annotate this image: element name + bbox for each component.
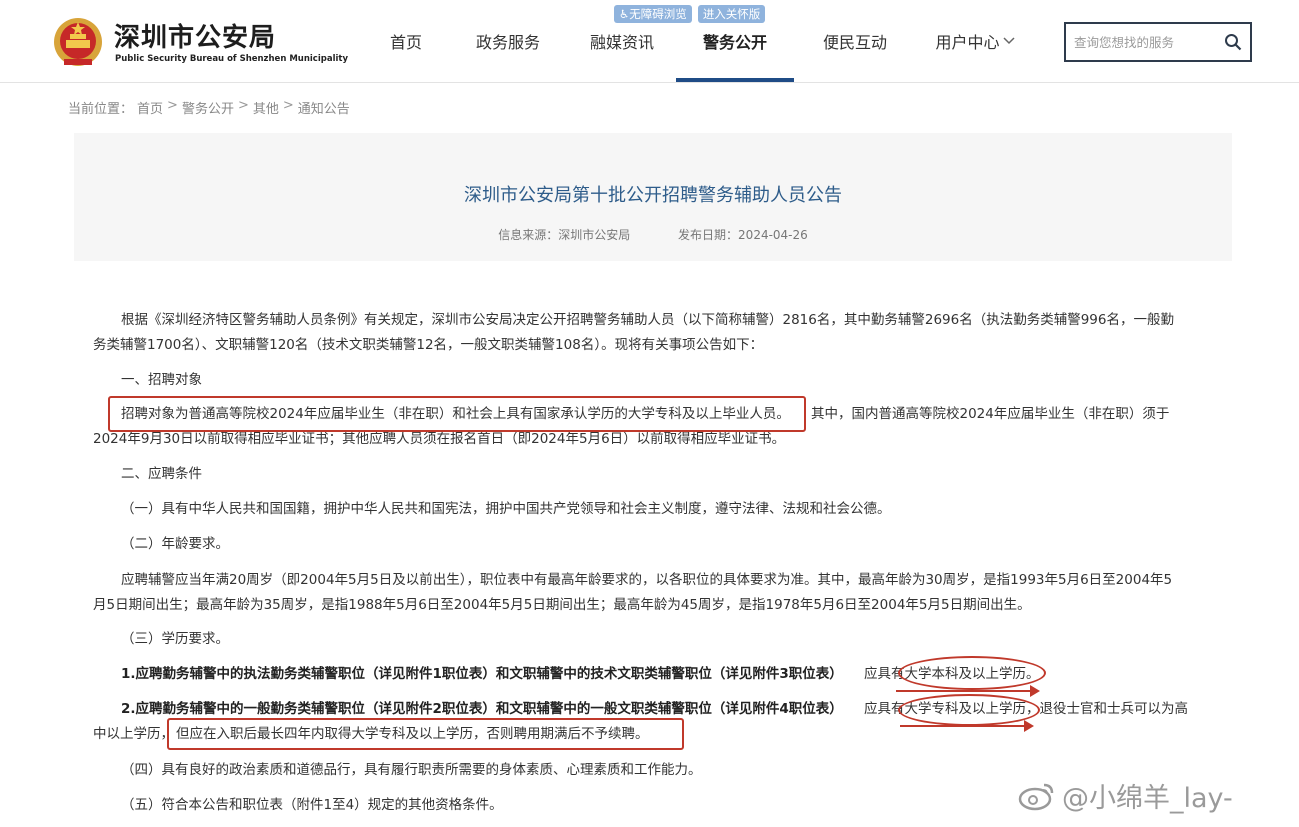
nav-user-center-label: 用户中心 <box>935 33 1000 52</box>
paragraph-line: （四）具有良好的政治素质和道德品行，具有履行职责所需要的身体素质、心理素质和工作… <box>121 762 702 778</box>
main-nav: 首页 政务服务 融媒资讯 警务公开 便民互动 用户中心 <box>368 0 1038 82</box>
paragraph-line: 2024年9月30日以前取得相应毕业证书；其他应聘人员须在报名首日（即2024年… <box>93 431 786 447</box>
breadcrumb-separator: > <box>167 98 178 113</box>
article-source: 信息来源：深圳市公安局 <box>498 228 631 242</box>
site-title[interactable]: 深圳市公安局 <box>114 17 276 54</box>
annotation-ellipse <box>898 656 1046 690</box>
breadcrumb: 当前位置： 首页 > 警务公开 > 其他 > 通知公告 <box>68 98 350 117</box>
nav-home[interactable]: 首页 <box>368 0 444 82</box>
breadcrumb-police-affairs[interactable]: 警务公开 <box>182 98 234 117</box>
nav-public-interaction[interactable]: 便民互动 <box>798 0 912 82</box>
paragraph-line: （一）具有中华人民共和国国籍，拥护中华人民共和国宪法，拥护中国共产党领导和社会主… <box>121 501 891 517</box>
watermark: @小绵羊_lay- <box>1018 776 1233 815</box>
paragraph-line: 1.应聘勤务辅警中的执法勤务类辅警职位（详见附件1职位表）和文职辅警中的技术文职… <box>121 666 843 682</box>
nav-user-center[interactable]: 用户中心 <box>912 0 1038 82</box>
site-header: 深圳市公安局 Public Security Bureau of Shenzhe… <box>0 0 1299 83</box>
paragraph-line: 务类辅警1700名）、文职辅警120名（技术文职类辅警12名，一般文职类辅警10… <box>93 337 764 353</box>
breadcrumb-separator: > <box>237 98 249 113</box>
breadcrumb-notices[interactable]: 通知公告 <box>298 98 350 117</box>
article-date: 发布日期：2024-04-26 <box>678 228 808 242</box>
annotation-box <box>108 396 806 432</box>
site-subtitle: Public Security Bureau of Shenzhen Munic… <box>115 54 349 64</box>
breadcrumb-other[interactable]: 其他 <box>253 98 279 117</box>
article-title: 深圳市公安局第十批公开招聘警务辅助人员公告 <box>464 185 842 206</box>
annotation-arrow <box>896 685 1040 697</box>
section-heading: 二、应聘条件 <box>121 466 202 482</box>
breadcrumb-separator: > <box>282 98 294 113</box>
article-header: 深圳市公安局第十批公开招聘警务辅助人员公告 信息来源：深圳市公安局 发布日期：2… <box>74 133 1232 261</box>
article-meta: 信息来源：深圳市公安局 发布日期：2024-04-26 <box>74 226 1232 243</box>
section-heading: 一、招聘对象 <box>121 372 202 388</box>
annotation-box <box>167 718 684 750</box>
paragraph-line: （五）符合本公告和职位表（附件1至4）规定的其他资格条件。 <box>121 797 503 813</box>
breadcrumb-label: 当前位置： <box>68 102 134 117</box>
paragraph-line: 应聘辅警应当年满20周岁（即2004年5月5日及以前出生），职位表中有最高年龄要… <box>121 572 1173 588</box>
nav-government-services[interactable]: 政务服务 <box>444 0 572 82</box>
paragraph-line: 月5日期间出生；最高年龄为35周岁，是指1988年5月6日至2004年5月5日期… <box>93 597 1031 613</box>
paragraph-line: （二）年龄要求。 <box>121 536 229 552</box>
paragraph-line: 根据《深圳经济特区警务辅助人员条例》有关规定，深圳市公安局决定公开招聘警务辅助人… <box>121 312 1174 328</box>
nav-police-affairs[interactable]: 警务公开 <box>672 0 798 82</box>
paragraph-line: 其中，国内普通高等院校2024年应届毕业生（非在职）须于 <box>811 406 1170 422</box>
chevron-down-icon <box>1002 37 1015 45</box>
breadcrumb-home[interactable]: 首页 <box>137 98 163 117</box>
annotation-ellipse <box>898 694 1040 726</box>
weibo-icon <box>1018 783 1054 810</box>
police-emblem-icon[interactable] <box>52 14 104 70</box>
annotation-arrow <box>900 720 1034 732</box>
paragraph-line: 2.应聘勤务辅警中的一般勤务类辅警职位（详见附件2职位表）和文职辅警中的一般文职… <box>121 701 843 717</box>
nav-media-news[interactable]: 融媒资讯 <box>572 0 672 82</box>
watermark-text: @小绵羊_lay- <box>1062 783 1233 814</box>
paragraph-line: （三）学历要求。 <box>121 631 229 647</box>
search-icon[interactable] <box>1224 33 1242 51</box>
paragraph-line: 中以上学历， <box>93 726 174 742</box>
search-input[interactable] <box>1074 31 1214 53</box>
search-box <box>1064 22 1252 62</box>
